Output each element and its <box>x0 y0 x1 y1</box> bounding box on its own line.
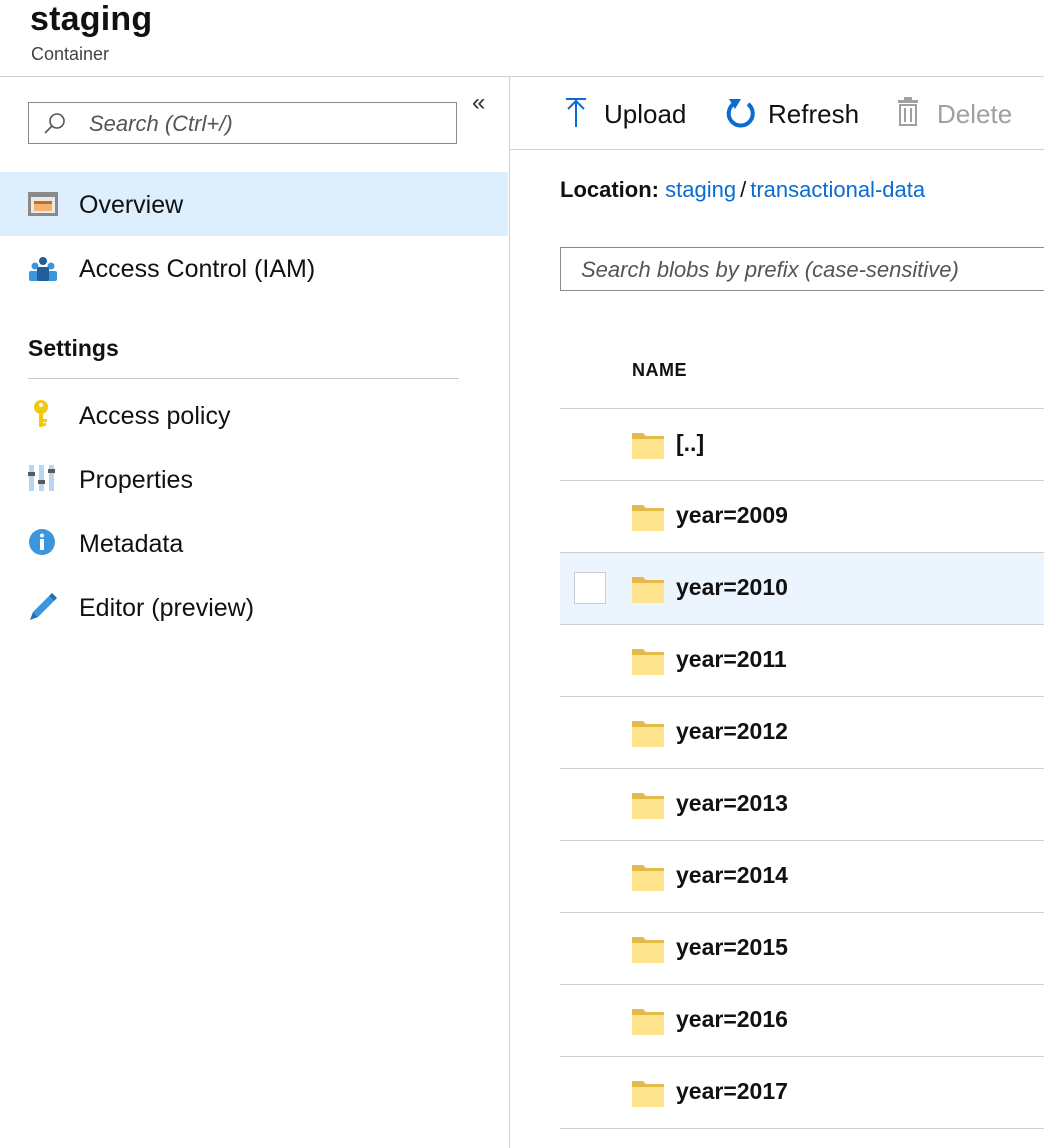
table-row[interactable]: year=2014 <box>560 841 1044 913</box>
sidebar-item-label: Editor (preview) <box>79 594 255 622</box>
sidebar-search-box[interactable] <box>28 102 457 144</box>
blob-list: [..] year=2009 year=2010 year=2011 year=2012… <box>560 409 1044 1129</box>
folder-icon <box>632 865 664 891</box>
sidebar-item-metadata[interactable]: Metadata <box>0 511 508 575</box>
upload-button[interactable]: Upload <box>562 95 702 131</box>
breadcrumb-link-transactional-data[interactable]: transactional-data <box>750 177 925 202</box>
table-row[interactable]: year=2009 <box>560 481 1044 553</box>
folder-icon <box>632 577 664 603</box>
overview-icon <box>28 192 58 216</box>
sidebar-item-label: Metadata <box>79 530 184 558</box>
table-row[interactable]: year=2013 <box>560 769 1044 841</box>
delete-button[interactable]: Delete <box>895 95 1035 131</box>
settings-heading: Settings <box>28 335 119 361</box>
sidebar-search-input[interactable] <box>87 109 451 139</box>
refresh-button[interactable]: Refresh <box>726 95 866 131</box>
folder-icon <box>632 1081 664 1107</box>
info-icon <box>29 529 55 555</box>
upload-icon <box>566 98 586 127</box>
row-name[interactable]: year=2015 <box>676 934 788 961</box>
refresh-label: Refresh <box>768 99 860 129</box>
row-name[interactable]: year=2009 <box>676 502 788 529</box>
trash-icon <box>898 97 918 126</box>
properties-sliders-icon <box>28 465 55 491</box>
delete-label: Delete <box>937 99 1013 129</box>
blob-search-input[interactable] <box>579 256 1044 284</box>
row-name[interactable]: year=2013 <box>676 790 788 817</box>
row-name[interactable]: year=2012 <box>676 718 788 745</box>
pencil-icon <box>30 593 57 620</box>
row-name[interactable]: [..] <box>676 430 704 457</box>
folder-icon <box>632 793 664 819</box>
sidebar-item-access-policy[interactable]: Access policy <box>0 383 508 447</box>
blob-search-box[interactable] <box>560 247 1044 291</box>
sidebar-item-access-control[interactable]: Access Control (IAM) <box>0 236 508 300</box>
sidebar-item-overview[interactable]: Overview <box>0 172 508 236</box>
page-subtitle: Container <box>31 44 110 64</box>
upload-label: Upload <box>604 99 687 129</box>
folder-icon <box>632 721 664 747</box>
sidebar-item-label: Properties <box>79 466 193 494</box>
divider <box>28 378 459 379</box>
table-row[interactable]: [..] <box>560 409 1044 481</box>
folder-icon <box>632 505 664 531</box>
sidebar-item-label: Access policy <box>79 402 231 430</box>
table-row[interactable]: year=2012 <box>560 697 1044 769</box>
table-row[interactable]: year=2016 <box>560 985 1044 1057</box>
sidebar-item-label: Access Control (IAM) <box>79 255 316 283</box>
row-name[interactable]: year=2010 <box>676 574 788 601</box>
breadcrumb-separator: / <box>740 177 747 202</box>
folder-icon <box>632 433 664 459</box>
toolbar: Upload Refresh Delete <box>510 77 1044 150</box>
row-name[interactable]: year=2017 <box>676 1078 788 1105</box>
column-header-name[interactable]: NAME <box>632 360 687 381</box>
sidebar-item-editor[interactable]: Editor (preview) <box>0 575 508 639</box>
row-checkbox[interactable] <box>574 572 606 604</box>
sidebar-item-properties[interactable]: Properties <box>0 447 508 511</box>
row-name[interactable]: year=2011 <box>676 646 787 673</box>
folder-icon <box>632 937 664 963</box>
page-title: staging <box>30 0 153 38</box>
row-name[interactable]: year=2014 <box>676 862 788 889</box>
location-breadcrumb: Location: staging / transactional-data <box>560 177 925 203</box>
collapse-sidebar-icon[interactable]: « <box>472 89 485 117</box>
location-label: Location: <box>560 177 659 202</box>
folder-icon <box>632 649 664 675</box>
breadcrumb-link-staging[interactable]: staging <box>665 177 736 202</box>
table-row[interactable]: year=2010 <box>560 553 1044 625</box>
folder-icon <box>632 1009 664 1035</box>
key-icon <box>34 400 48 427</box>
sidebar-item-label: Overview <box>79 191 184 219</box>
table-row[interactable]: year=2017 <box>560 1057 1044 1129</box>
sidebar: « Overview Access Control (IAM) Settings <box>0 77 510 1148</box>
blade-header: staging Container <box>0 0 1044 77</box>
row-name[interactable]: year=2016 <box>676 1006 788 1033</box>
refresh-icon <box>726 99 755 128</box>
table-row[interactable]: year=2015 <box>560 913 1044 985</box>
table-row[interactable]: year=2011 <box>560 625 1044 697</box>
main-content: Upload Refresh Delete Location: staging /… <box>510 77 1044 1148</box>
search-icon <box>44 113 65 134</box>
iam-people-icon <box>29 257 57 281</box>
